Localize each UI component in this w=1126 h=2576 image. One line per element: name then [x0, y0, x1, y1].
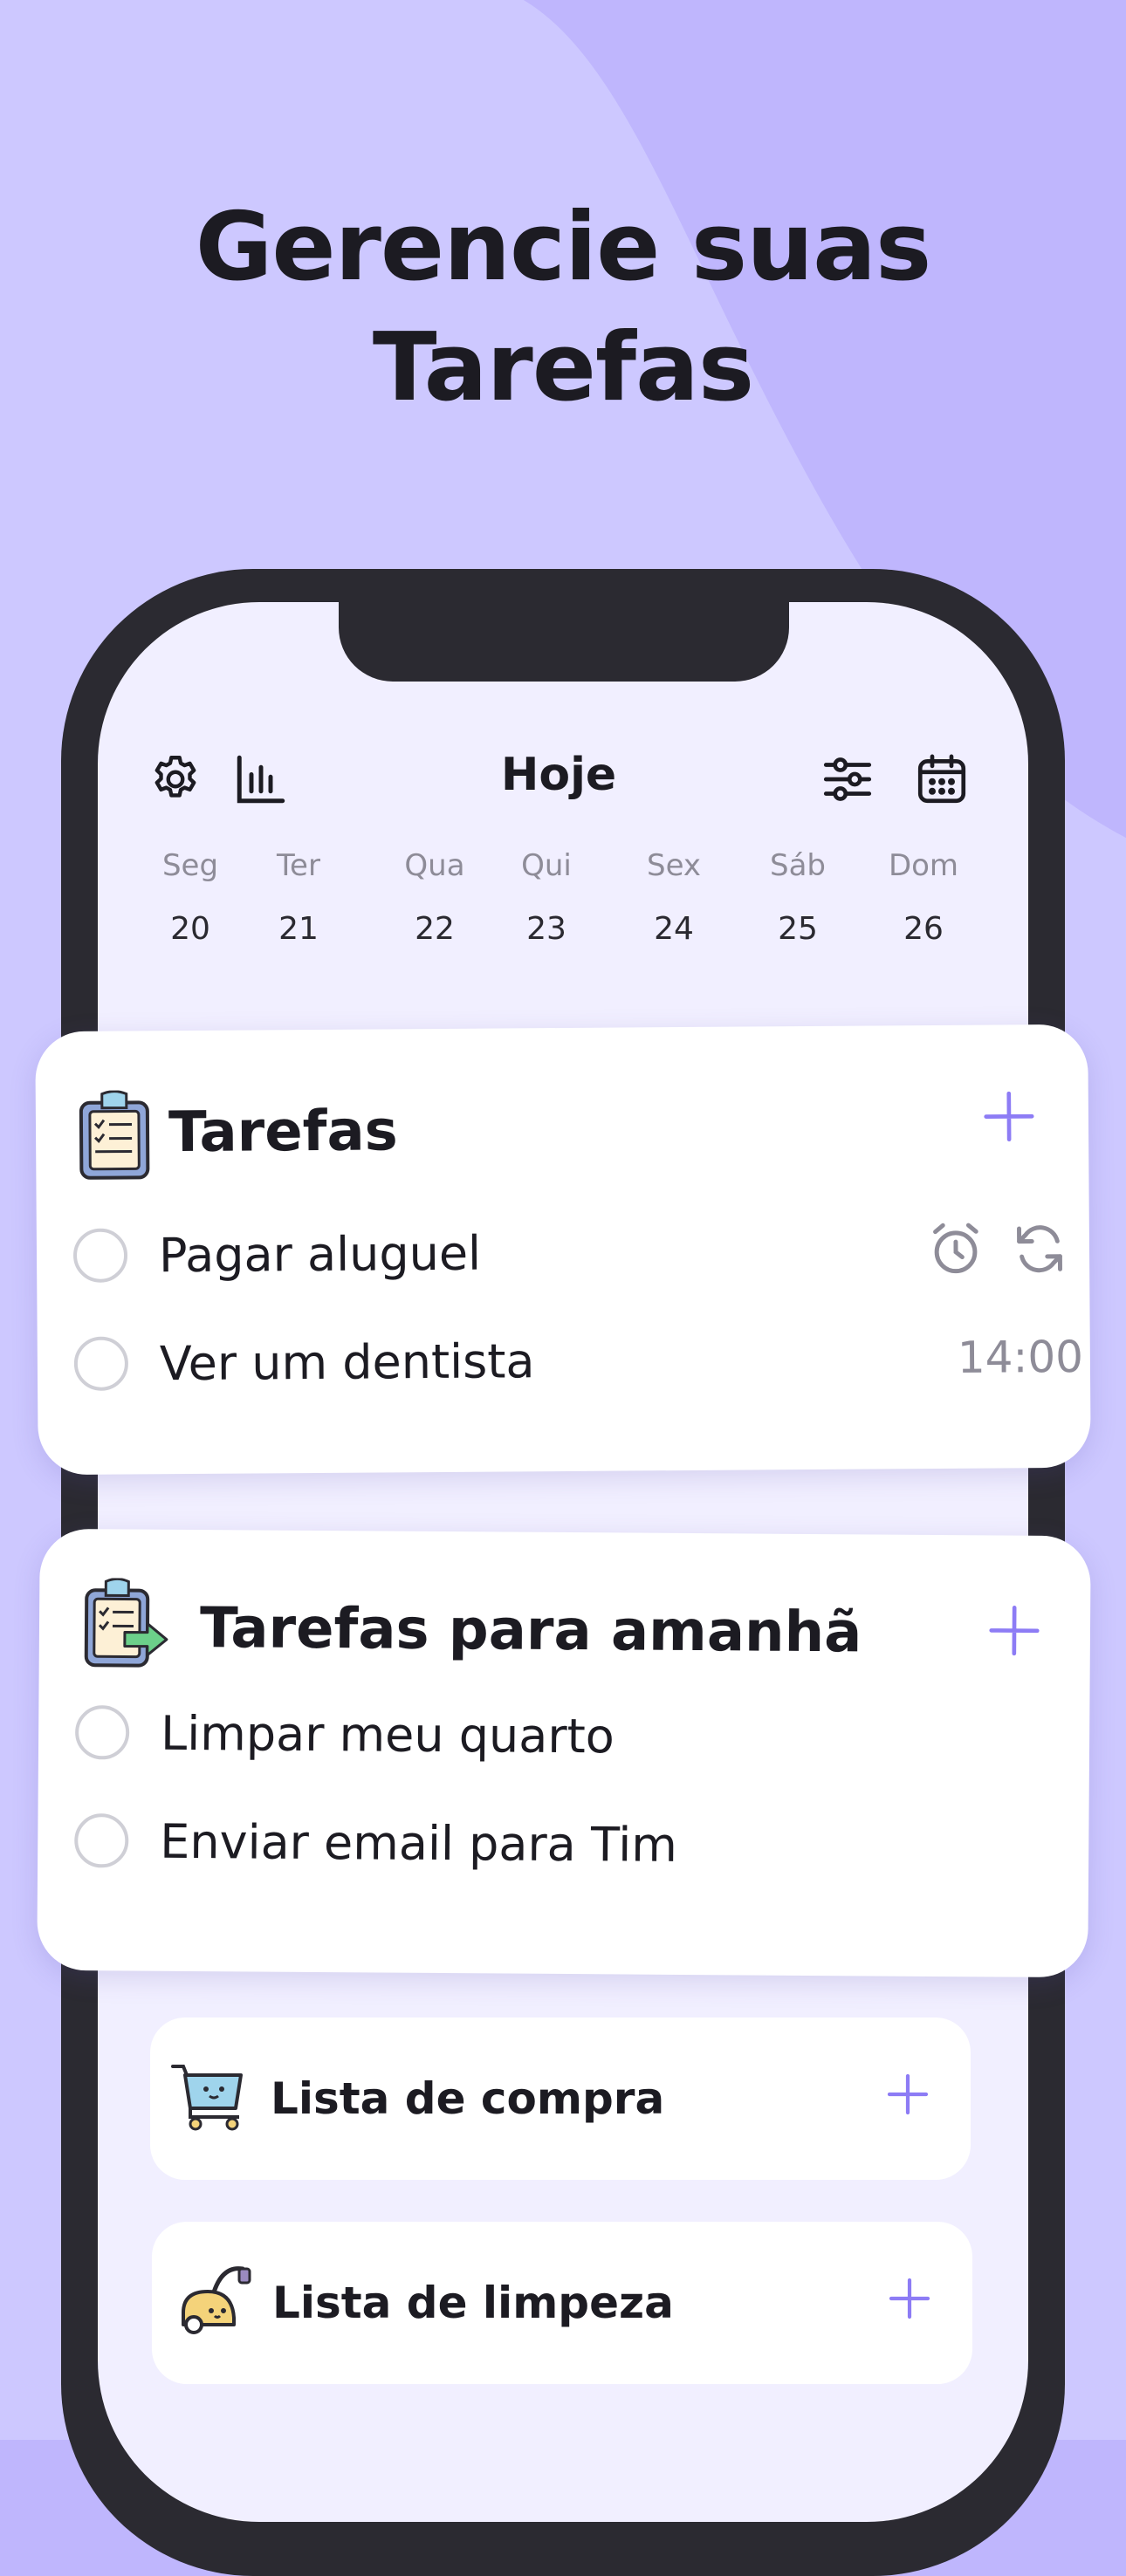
day-item[interactable]: Ter 21 — [255, 848, 342, 947]
day-number: 24 — [654, 911, 694, 947]
day-name: Sex — [646, 848, 702, 883]
day-number: 21 — [278, 911, 319, 947]
gear-icon[interactable] — [147, 750, 204, 808]
task-item[interactable]: Ver um dentista 14:00 — [73, 1325, 1083, 1401]
day-number: 26 — [903, 911, 944, 947]
add-task-button[interactable] — [978, 1086, 1040, 1147]
day-item[interactable]: Sáb 25 — [754, 848, 841, 947]
repeat-icon — [1009, 1218, 1070, 1279]
day-name: Ter — [277, 848, 320, 883]
list-title: Lista de compra — [271, 2073, 665, 2124]
day-number: 22 — [415, 911, 455, 947]
card-title: Tarefas para amanhã — [199, 1596, 862, 1666]
day-item[interactable]: Sex 24 — [630, 848, 717, 947]
day-name: Qua — [404, 848, 465, 883]
shopping-cart-icon — [171, 2065, 243, 2131]
day-name: Dom — [888, 848, 959, 883]
day-name: Seg — [161, 848, 219, 883]
calendar-icon[interactable] — [913, 750, 971, 808]
list-card-cleaning[interactable]: Lista de limpeza — [152, 2222, 972, 2384]
day-number: 20 — [170, 911, 210, 947]
add-list-item-button[interactable] — [885, 2274, 934, 2323]
task-checkbox[interactable] — [74, 1813, 129, 1868]
task-item[interactable]: Pagar aluguel — [72, 1216, 1062, 1293]
task-checkbox[interactable] — [72, 1228, 128, 1283]
stats-bars-icon[interactable] — [232, 750, 290, 808]
vacuum-cleaner-icon — [182, 2266, 251, 2334]
week-strip: Seg 20 Ter 21 Qua 22 Qui 23 Sex 24 Sáb 2… — [147, 848, 985, 962]
day-item[interactable]: Qua 22 — [391, 848, 478, 947]
headline: Gerencie suas Tarefas — [0, 188, 1126, 428]
alarm-clock-icon — [925, 1219, 986, 1280]
tomorrow-tasks-card: Tarefas para amanhã Limpar meu quarto En… — [37, 1528, 1091, 1978]
task-item[interactable]: Enviar email para Tim — [74, 1808, 1053, 1885]
today-tasks-card: Tarefas Pagar aluguel Ver um dentista 14… — [35, 1024, 1091, 1476]
task-time: 14:00 — [957, 1331, 1084, 1383]
clipboard-arrow-icon — [84, 1578, 168, 1668]
headline-line-1: Gerencie suas — [195, 193, 932, 302]
task-item[interactable]: Limpar meu quarto — [74, 1700, 1054, 1777]
filter-sliders-icon[interactable] — [819, 750, 876, 808]
task-checkbox[interactable] — [73, 1336, 129, 1391]
clipboard-checklist-icon — [79, 1090, 150, 1180]
task-label: Pagar aluguel — [158, 1225, 482, 1284]
card-title: Tarefas — [168, 1099, 398, 1166]
day-item[interactable]: Dom 26 — [880, 848, 967, 947]
phone-notch — [339, 600, 789, 682]
add-list-item-button[interactable] — [883, 2070, 932, 2119]
task-label: Enviar email para Tim — [160, 1813, 678, 1873]
list-title: Lista de limpeza — [272, 2278, 674, 2328]
day-number: 23 — [526, 911, 566, 947]
day-number: 25 — [778, 911, 818, 947]
day-name: Qui — [521, 848, 572, 883]
task-label: Limpar meu quarto — [160, 1705, 615, 1764]
list-card-shopping[interactable]: Lista de compra — [150, 2018, 971, 2180]
day-item[interactable]: Qui 23 — [503, 848, 590, 947]
today-title: Hoje — [500, 749, 617, 801]
headline-line-2: Tarefas — [372, 313, 754, 422]
day-name: Sáb — [770, 848, 826, 883]
day-item[interactable]: Seg 20 — [147, 848, 234, 947]
task-label: Ver um dentista — [159, 1333, 535, 1392]
task-checkbox[interactable] — [74, 1705, 130, 1760]
add-task-button[interactable] — [984, 1600, 1045, 1661]
